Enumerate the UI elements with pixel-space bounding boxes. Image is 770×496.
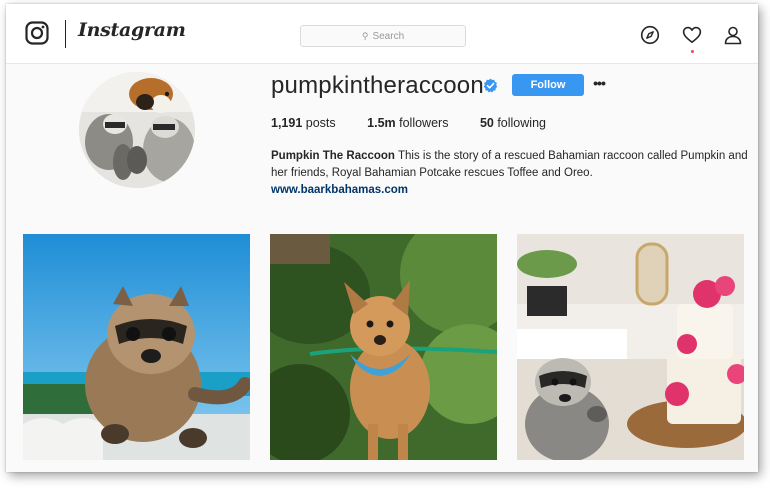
profile-stats: 1,191 posts 1.5m followers 50 following	[271, 116, 574, 130]
followers-label: followers	[399, 116, 449, 130]
bio-website-link[interactable]: www.baarkbahamas.com	[271, 182, 751, 199]
logo-divider	[65, 20, 66, 48]
browser-window: Instagram ⚲ Search pumpkintheraccoon Fol…	[6, 4, 758, 472]
top-nav: Instagram ⚲ Search	[6, 4, 758, 64]
following-count: 50	[479, 116, 494, 130]
post-thumbnail-raccoon-beach[interactable]	[23, 234, 250, 460]
posts-stat: 1,191 posts	[271, 116, 336, 130]
post-thumbnail-raccoon-cake[interactable]	[517, 234, 744, 460]
more-options-button[interactable]: •••	[591, 73, 607, 93]
search-icon: ⚲	[361, 30, 369, 41]
posts-label: posts	[305, 116, 336, 130]
heart-icon[interactable]	[682, 25, 702, 45]
profile-username: pumpkintheraccoon	[271, 72, 484, 99]
profile-avatar[interactable]	[79, 72, 195, 188]
bio-full-name: Pumpkin The Raccoon	[271, 150, 395, 162]
follow-button[interactable]: Follow	[512, 74, 584, 96]
notification-dot	[691, 50, 694, 53]
compass-icon[interactable]	[640, 25, 660, 45]
followers-stat[interactable]: 1.5m followers	[367, 116, 448, 130]
search-placeholder: Search	[372, 30, 405, 42]
posts-count: 1,191	[271, 116, 303, 130]
verified-badge-icon	[483, 78, 498, 93]
following-label: following	[497, 116, 546, 130]
instagram-wordmark[interactable]: Instagram	[78, 19, 186, 41]
profile-bio: Pumpkin The Raccoon This is the story of…	[271, 148, 751, 199]
profile-icon[interactable]	[723, 25, 743, 45]
instagram-camera-icon[interactable]	[25, 21, 49, 45]
following-stat[interactable]: 50 following	[480, 116, 546, 130]
post-thumbnail-dog-garden[interactable]	[270, 234, 497, 460]
followers-count: 1.5m	[367, 116, 396, 130]
search-input[interactable]: ⚲ Search	[300, 25, 466, 47]
